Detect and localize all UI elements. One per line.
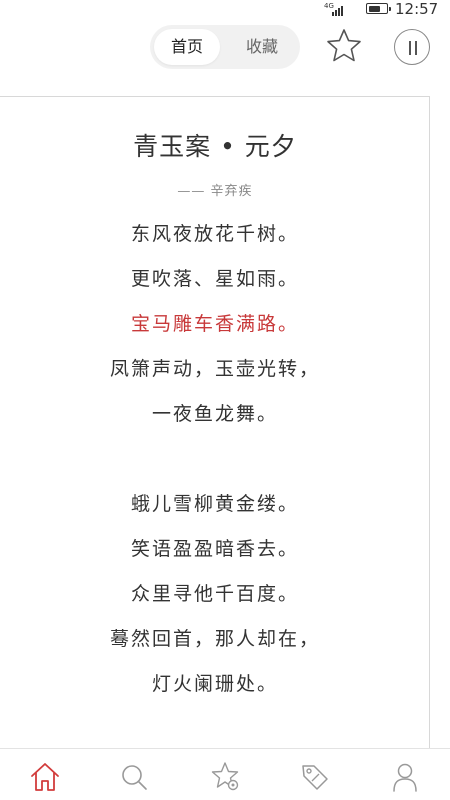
poem-line: 灯火阑珊处。: [151, 673, 278, 695]
poem-line: 凤箫声动，玉壶光转，: [109, 358, 320, 380]
poem-line-highlighted: 宝马雕车香满路。: [130, 313, 299, 335]
nav-tags[interactable]: [295, 759, 335, 797]
favorite-button[interactable]: [324, 26, 364, 66]
nav-search[interactable]: [114, 759, 154, 797]
tab-switcher: 首页 收藏: [150, 25, 300, 69]
poem-line: 众里寻他千百度。: [130, 583, 299, 605]
poem-line: 更吹落、星如雨。: [130, 268, 299, 290]
home-icon: [31, 762, 59, 791]
tag-icon: [302, 764, 328, 790]
search-icon: [122, 764, 147, 790]
star-outline-icon: [327, 29, 361, 62]
tab-home[interactable]: 首页: [154, 29, 220, 65]
status-time: 12:57: [395, 0, 439, 18]
poem-line: 蛾儿雪柳黄金缕。: [130, 493, 299, 515]
tab-favorites[interactable]: 收藏: [228, 29, 296, 65]
nav-home[interactable]: [25, 759, 65, 797]
poem-line: 一夜鱼龙舞。: [151, 403, 278, 425]
bottom-nav: [0, 748, 450, 800]
poem-line: 蓦然回首，那人却在，: [109, 628, 320, 650]
nav-profile[interactable]: [385, 759, 425, 797]
nav-discover[interactable]: [205, 759, 245, 797]
pause-button[interactable]: [394, 29, 430, 65]
poem-line: 笑语盈盈暗香去。: [130, 538, 299, 560]
poem-card: 青玉案 • 元夕 —— 辛弃疾 东风夜放花千树。 更吹落、星如雨。 宝马雕车香满…: [0, 96, 430, 750]
poem-author: —— 辛弃疾: [177, 184, 253, 199]
poem-line: 东风夜放花千树。: [130, 223, 299, 245]
user-icon: [393, 763, 417, 792]
battery-icon: [366, 3, 391, 14]
poem-title: 青玉案 • 元夕: [133, 132, 297, 161]
status-bar: 4G 12:57: [0, 0, 450, 20]
star-settings-icon: [211, 761, 239, 790]
signal-icon: 4G: [324, 2, 348, 16]
